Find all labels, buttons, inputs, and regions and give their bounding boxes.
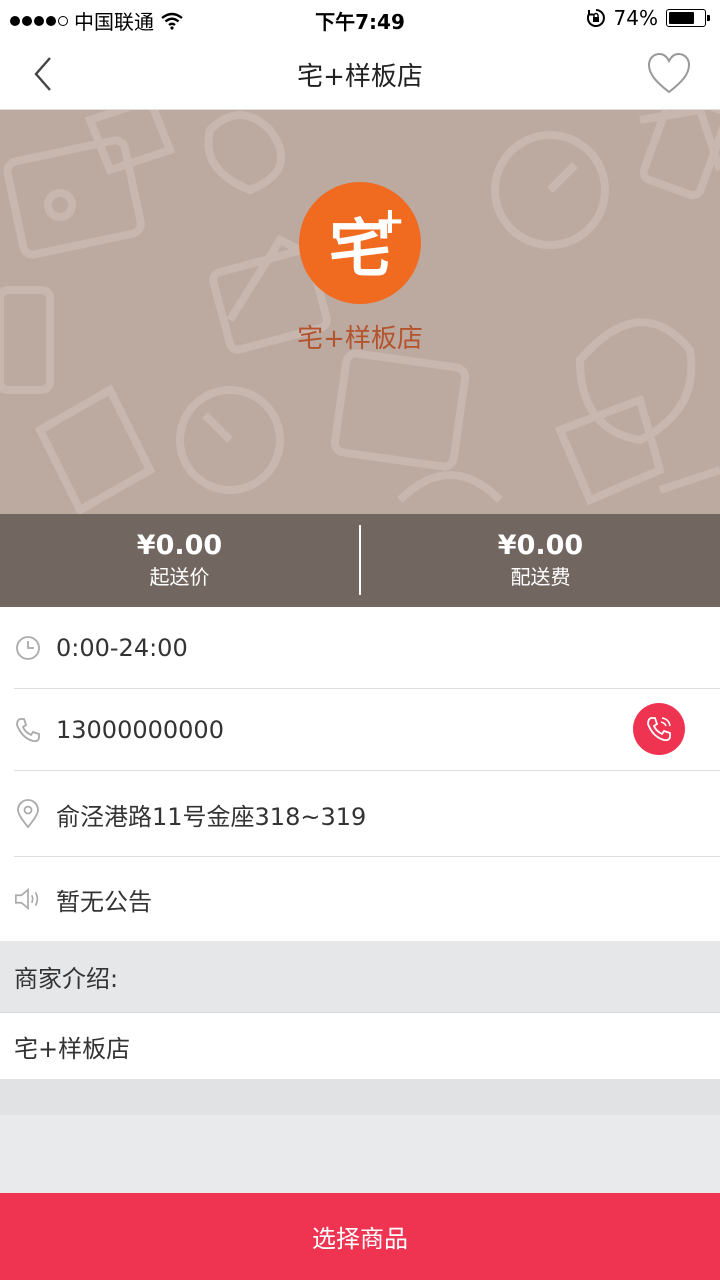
- intro-body: 宅+样板店: [0, 1013, 720, 1079]
- heart-icon[interactable]: [646, 52, 692, 96]
- lock-rotation-icon: [586, 9, 605, 27]
- hours-row: 0:00-24:00: [0, 607, 720, 689]
- status-right: 74%: [586, 6, 710, 30]
- battery-percent: 74%: [613, 6, 658, 30]
- spacer: [0, 1115, 720, 1193]
- store-logo: 宅 +: [299, 182, 421, 304]
- phone-row: 13000000000: [0, 689, 720, 771]
- location-pin-icon: [14, 799, 42, 829]
- min-order-amount: ¥0.00: [136, 530, 223, 561]
- battery-fill: [669, 12, 695, 24]
- phone-text: 13000000000: [56, 716, 224, 744]
- phone-call-icon: [647, 717, 671, 742]
- address-text: 俞泾港路11号金座318~319: [56, 802, 367, 831]
- store-info-list: 0:00-24:00 13000000000 俞泾港路11号金座318~319 …: [0, 607, 720, 941]
- notice-text: 暂无公告: [56, 887, 152, 916]
- speaker-icon: [14, 885, 42, 913]
- store-name: 宅+样板店: [297, 324, 423, 354]
- navigation-bar: 宅+样板店: [0, 36, 720, 110]
- delivery-fee-amount: ¥0.00: [497, 530, 584, 561]
- battery-icon: [666, 9, 710, 27]
- call-button[interactable]: [633, 703, 685, 755]
- notice-row: 暂无公告: [0, 857, 720, 941]
- spacer: [0, 1079, 720, 1115]
- store-logo-plus: +: [374, 200, 405, 242]
- page-title: 宅+样板店: [297, 62, 423, 92]
- phone-icon: [14, 716, 42, 744]
- select-products-button[interactable]: 选择商品: [0, 1193, 720, 1280]
- address-row: 俞泾港路11号金座318~319: [0, 771, 720, 857]
- fee-strip: ¥0.00 起送价 ¥0.00 配送费: [0, 514, 720, 607]
- min-order-block: ¥0.00 起送价: [0, 514, 359, 607]
- intro-heading: 商家介绍:: [0, 941, 720, 1013]
- store-hero: 宅 + 宅+样板店 ¥0.00 起送价 ¥0.00 配送费: [0, 110, 720, 607]
- min-order-label: 起送价: [149, 565, 210, 589]
- delivery-fee-label: 配送费: [510, 565, 571, 589]
- status-bar: 中国联通 下午7:49 74%: [0, 0, 720, 36]
- hours-text: 0:00-24:00: [56, 634, 188, 662]
- clock-icon: [14, 634, 42, 662]
- delivery-fee-block: ¥0.00 配送费: [361, 514, 720, 607]
